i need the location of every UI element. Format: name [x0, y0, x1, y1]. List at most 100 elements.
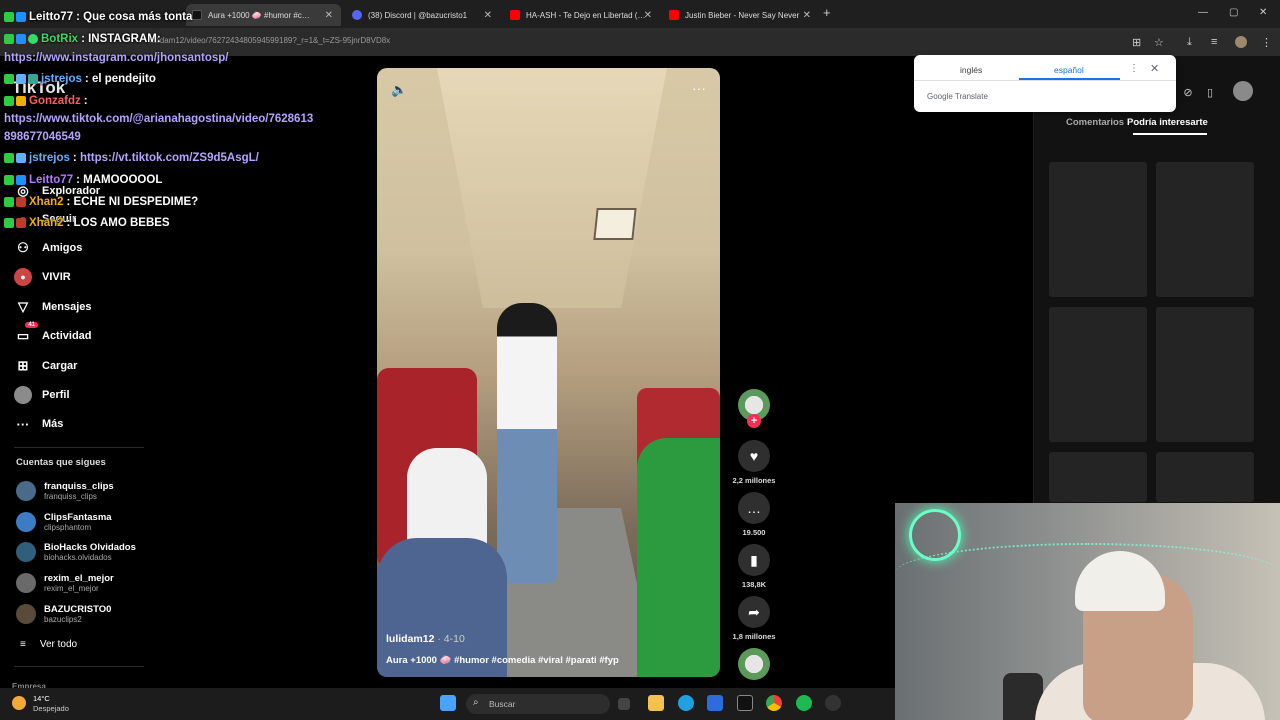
chat-link[interactable]: 898677046549	[4, 131, 81, 143]
video-username[interactable]: lulidam12	[386, 633, 434, 645]
edge-icon[interactable]	[678, 695, 694, 711]
comment-icon[interactable]: …	[738, 492, 770, 524]
chat-badges	[4, 74, 38, 84]
see-all-link[interactable]: ≡ Ver todo	[20, 639, 77, 650]
chrome-icon[interactable]	[766, 695, 782, 711]
chat-link[interactable]: https://www.tiktok.com/@arianahagostina/…	[4, 113, 313, 125]
chat-link[interactable]: https://vt.tiktok.com/ZS9d5AsgL/	[80, 152, 259, 164]
chat-text: : Que cosa más tonta	[76, 11, 193, 23]
suggested-video-thumb[interactable]	[1156, 307, 1254, 442]
close-tab-icon[interactable]: ✕	[644, 10, 652, 21]
close-tab-icon[interactable]: ✕	[803, 10, 811, 21]
following-account[interactable]: franquiss_clips franquiss_clips	[16, 481, 114, 501]
weather-temp[interactable]: 14°C	[33, 694, 50, 703]
maximize-button[interactable]: ▢	[1229, 7, 1238, 18]
video-player[interactable]: 🔈 ··· lulidam12 · 4-10 Aura +1000 🧼 #hum…	[377, 68, 720, 677]
close-tab-icon[interactable]: ✕	[484, 10, 492, 21]
share-arrow-icon[interactable]: ➦	[738, 596, 770, 628]
chat-username: Gonzafdz	[29, 95, 81, 107]
heart-icon[interactable]: ♥	[738, 440, 770, 472]
comment-action[interactable]: … 19.500	[734, 492, 774, 537]
following-account[interactable]: ClipsFantasma clipsphantom	[16, 512, 112, 532]
source-language-tab[interactable]: inglés	[960, 65, 982, 75]
vip-badge-icon	[16, 96, 26, 106]
download-icon[interactable]: ⤓	[1187, 36, 1192, 49]
following-account[interactable]: BioHacks Olvidados biohacks.olvidados	[16, 542, 136, 562]
neon-smiley-icon	[909, 509, 961, 561]
search-placeholder[interactable]: Buscar	[489, 699, 515, 709]
profile-avatar-icon[interactable]	[1233, 81, 1253, 101]
chat-text-content: el pendejito	[91, 73, 156, 85]
bookmark-icon[interactable]: ▮	[738, 544, 770, 576]
compass-icon[interactable]: ⊘	[1179, 84, 1197, 102]
sidebar-item-friends[interactable]: ⚇ Amigos	[14, 239, 82, 257]
music-disc-icon[interactable]	[738, 648, 770, 680]
taskbar-search[interactable]	[466, 694, 610, 714]
sidebar-item-live[interactable]: ● VIVIR	[14, 268, 71, 286]
video-author[interactable]: lulidam12 · 4-10	[386, 633, 465, 645]
tab-youtube-haash[interactable]: HA-ASH - Te Dejo en Libertad (… ✕	[504, 4, 658, 26]
phone-icon[interactable]: ▯	[1201, 84, 1219, 102]
file-explorer-icon[interactable]	[648, 695, 664, 711]
obs-icon[interactable]	[825, 695, 841, 711]
menu-kebab-icon[interactable]: ⋮	[1261, 36, 1272, 49]
profile-avatar-icon[interactable]	[1235, 36, 1247, 48]
weather-moon-icon[interactable]	[12, 696, 26, 710]
profile-avatar-icon	[14, 386, 32, 404]
windows-start-icon[interactable]	[440, 695, 456, 711]
sidebar-item-label: Mensajes	[42, 301, 92, 313]
url-text[interactable]: lulidam12/video/7627243480594599189?_r=1…	[150, 36, 390, 45]
close-window-button[interactable]: ✕	[1259, 7, 1267, 18]
avatar	[16, 542, 36, 562]
translate-icon[interactable]: ⊞	[1132, 36, 1141, 49]
tab-comments[interactable]: Comentarios	[1066, 117, 1124, 128]
weather-desc[interactable]: Despejado	[33, 704, 69, 713]
suggested-video-thumb[interactable]	[1049, 452, 1147, 502]
suggested-video-thumb[interactable]	[1049, 162, 1147, 297]
chat-link[interactable]: https://www.instagram.com/jhonsantosp/	[4, 52, 228, 64]
like-action[interactable]: ♥ 2,2 millones	[733, 440, 775, 485]
follow-plus-icon[interactable]: +	[747, 414, 761, 428]
vip-badge-icon	[16, 197, 26, 207]
suggested-video-thumb[interactable]	[1049, 307, 1147, 442]
chat-badges	[4, 12, 26, 22]
new-tab-button[interactable]: +	[823, 5, 831, 20]
tab-tiktok[interactable]: Aura +1000 🧼 #humor #c… ✕	[186, 4, 341, 26]
sidebar-item-more[interactable]: ··· Más	[14, 415, 64, 433]
chat-message: jstrejos : el pendejito	[4, 73, 156, 85]
tab-youtube-bieber[interactable]: Justin Bieber - Never Say Never ✕	[663, 4, 817, 26]
youtube-favicon-icon	[510, 10, 520, 20]
chat-badges	[4, 175, 26, 185]
more-options-icon[interactable]: ···	[692, 80, 706, 96]
sidebar-item-upload[interactable]: ⊞ Cargar	[14, 357, 78, 375]
sidebar-item-messages[interactable]: ▽ Mensajes	[14, 298, 92, 316]
following-accounts-title: Cuentas que sigues	[16, 457, 106, 468]
following-account[interactable]: BAZUCRISTO0 bazuclips2	[16, 604, 111, 624]
close-icon[interactable]: ✕	[1150, 62, 1159, 75]
close-tab-icon[interactable]: ✕	[325, 10, 333, 21]
task-view-icon[interactable]	[618, 698, 630, 710]
tab-discord[interactable]: (38) Discord | @bazucristo1 ✕	[346, 4, 498, 26]
sidebar-item-profile[interactable]: Perfil	[14, 386, 70, 404]
spotify-icon[interactable]	[796, 695, 812, 711]
account-name: BioHacks Olvidados	[44, 542, 136, 553]
menu-kebab-icon[interactable]: ⋮	[1129, 63, 1139, 74]
chat-username: BotRix	[41, 33, 79, 45]
more-icon: ···	[16, 416, 30, 432]
tab-suggested[interactable]: Podría interesarte	[1127, 117, 1208, 128]
media-icon[interactable]: ≡	[1211, 36, 1217, 48]
live-icon: ●	[14, 268, 32, 286]
target-language-tab[interactable]: español	[1054, 65, 1084, 75]
app-y-icon[interactable]	[737, 695, 753, 711]
sidebar-item-activity[interactable]: ▭ 41 Actividad	[14, 322, 92, 345]
save-action[interactable]: ▮ 138,8K	[734, 544, 774, 589]
store-icon[interactable]	[707, 695, 723, 711]
minimize-button[interactable]: —	[1198, 7, 1208, 18]
account-handle: clipsphantom	[44, 523, 92, 532]
bookmark-star-icon[interactable]: ☆	[1154, 36, 1164, 49]
following-account[interactable]: rexim_el_mejor rexim_el_mejor	[16, 573, 114, 593]
volume-icon[interactable]: 🔈	[391, 82, 407, 98]
suggested-video-thumb[interactable]	[1156, 162, 1254, 297]
share-action[interactable]: ➦ 1,8 millones	[733, 596, 775, 641]
suggested-video-thumb[interactable]	[1156, 452, 1254, 502]
